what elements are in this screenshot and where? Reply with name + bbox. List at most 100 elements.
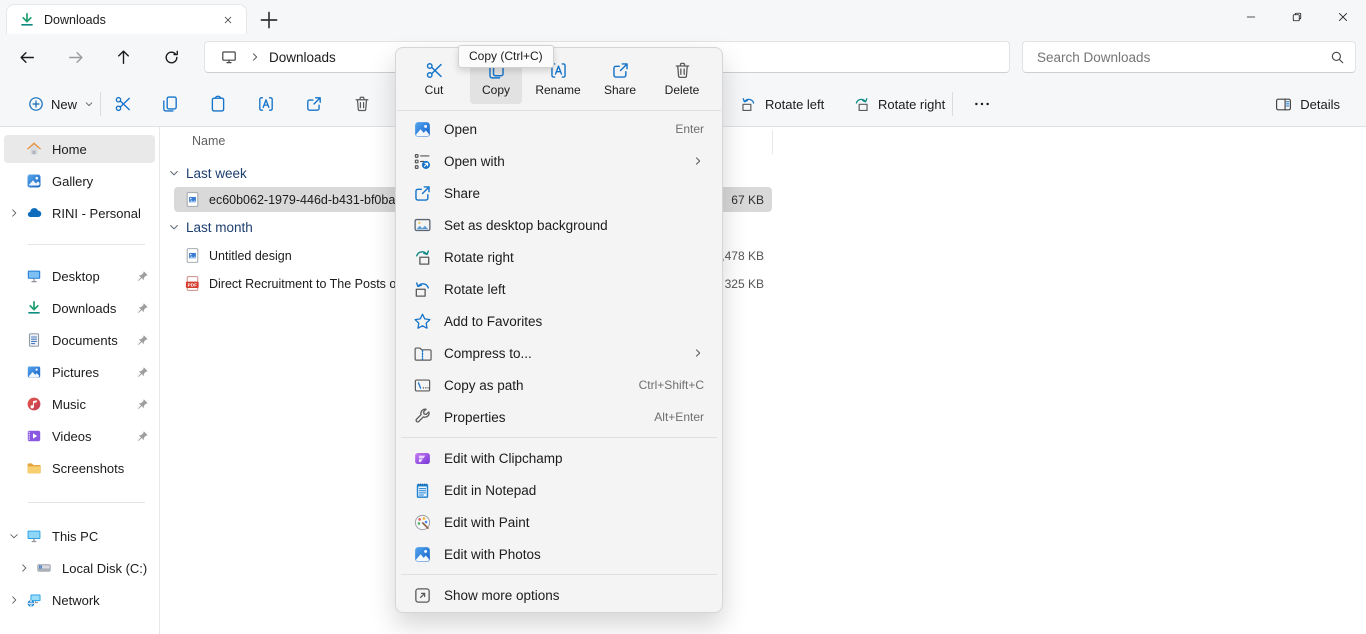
menu-item-edit-with-photos[interactable]: Edit with Photos	[400, 538, 718, 570]
sidebar-item-downloads[interactable]: Downloads	[4, 294, 155, 322]
desktop-icon	[26, 268, 42, 284]
minimize-button[interactable]	[1228, 0, 1274, 34]
svg-text:PDF: PDF	[188, 283, 197, 288]
close-button[interactable]	[1320, 0, 1366, 34]
up-button[interactable]	[107, 41, 139, 73]
new-tab-button[interactable]	[258, 9, 280, 31]
wrench-icon	[413, 408, 432, 427]
share-icon	[611, 61, 630, 80]
sidebar-item-screenshots[interactable]: Screenshots	[4, 454, 155, 482]
toolbar-divider	[952, 92, 953, 116]
explorer-tab[interactable]: Downloads	[6, 4, 247, 34]
sidebar-item-videos[interactable]: Videos	[4, 422, 155, 450]
delete-menu-button[interactable]: Delete	[656, 54, 708, 104]
search-box[interactable]	[1022, 41, 1356, 73]
pictures-icon	[26, 364, 42, 380]
context-menu-quick-actions: Cut Copy Rename Share Delete	[396, 48, 722, 110]
notepad-icon	[413, 481, 432, 500]
menu-item-open-with[interactable]: Open with	[400, 145, 718, 177]
photos-app-icon	[413, 545, 432, 564]
details-toggle-button[interactable]: Details	[1267, 88, 1348, 120]
this-pc-icon	[221, 49, 237, 65]
cut-button[interactable]	[107, 88, 139, 120]
menu-item-rotate-right[interactable]: Rotate right	[400, 241, 718, 273]
see-more-button[interactable]	[966, 88, 998, 120]
column-headers: Name	[160, 133, 1366, 149]
rotate-right-icon	[853, 96, 870, 113]
rotate-right-icon	[413, 248, 432, 267]
title-bar: Downloads	[0, 0, 1366, 34]
navigation-pane: Home Gallery RINI - Personal Desktop Dow…	[0, 127, 160, 634]
menu-item-properties[interactable]: Properties Alt+Enter	[400, 401, 718, 433]
sidebar-item-pictures[interactable]: Pictures	[4, 358, 155, 386]
sidebar-item-gallery[interactable]: Gallery	[4, 167, 155, 195]
sidebar-item-onedrive[interactable]: RINI - Personal	[4, 199, 155, 227]
toolbar-divider	[100, 92, 101, 116]
pin-icon	[136, 366, 149, 379]
menu-item-share[interactable]: Share	[400, 177, 718, 209]
copy-button[interactable]	[154, 88, 186, 120]
menu-item-rotate-left[interactable]: Rotate left	[400, 273, 718, 305]
cut-menu-button[interactable]: Cut	[408, 54, 460, 104]
chevron-right-icon	[249, 51, 261, 63]
sidebar-divider	[28, 244, 145, 245]
chevron-right-icon[interactable]	[18, 562, 30, 574]
videos-icon	[26, 428, 42, 444]
paste-button[interactable]	[202, 88, 234, 120]
restore-button[interactable]	[1274, 0, 1320, 34]
back-button[interactable]	[11, 41, 43, 73]
menu-item-add-to-favorites[interactable]: Add to Favorites	[400, 305, 718, 337]
search-input[interactable]	[1037, 50, 1330, 65]
menu-item-edit-with-clipchamp[interactable]: Edit with Clipchamp	[400, 442, 718, 474]
chevron-down-icon[interactable]	[8, 530, 20, 542]
circle-plus-icon	[28, 96, 44, 112]
menu-item-copy-as-path[interactable]: Copy as path Ctrl+Shift+C	[400, 369, 718, 401]
refresh-button[interactable]	[155, 41, 187, 73]
column-header-name[interactable]: Name	[192, 134, 225, 148]
show-more-icon	[413, 586, 432, 605]
menu-item-show-more-options[interactable]: Show more options	[400, 579, 718, 611]
chevron-down-icon	[168, 167, 180, 179]
menu-item-edit-with-paint[interactable]: Edit with Paint	[400, 506, 718, 538]
menu-item-compress-to[interactable]: Compress to...	[400, 337, 718, 369]
menu-item-set-as-desktop-background[interactable]: Set as desktop background	[400, 209, 718, 241]
delete-button[interactable]	[346, 88, 378, 120]
tab-close-icon[interactable]	[218, 10, 238, 30]
sidebar-item-music[interactable]: Music	[4, 390, 155, 418]
forward-button[interactable]	[59, 41, 91, 73]
pin-icon	[136, 334, 149, 347]
pin-icon	[136, 430, 149, 443]
local-disk-icon	[36, 560, 52, 576]
sidebar-item-network[interactable]: Network	[4, 586, 155, 614]
breadcrumb[interactable]: Downloads	[269, 50, 336, 65]
sidebar-item-documents[interactable]: Documents	[4, 326, 155, 354]
rename-button[interactable]	[250, 88, 282, 120]
details-pane-icon	[1275, 96, 1292, 113]
group-header-last-month[interactable]: Last month	[160, 217, 1366, 237]
sidebar-item-local-disk-c[interactable]: Local Disk (C:)	[4, 554, 155, 582]
share-button[interactable]	[298, 88, 330, 120]
tab-title: Downloads	[44, 13, 218, 27]
sidebar-item-home[interactable]: Home	[4, 135, 155, 163]
folder-icon	[26, 460, 42, 476]
new-button[interactable]: New	[20, 88, 102, 120]
group-header-last-week[interactable]: Last week	[160, 163, 1366, 183]
chevron-right-icon[interactable]	[8, 207, 20, 219]
chevron-down-icon	[84, 99, 94, 109]
scissors-icon	[425, 61, 444, 80]
menu-item-edit-in-notepad[interactable]: Edit in Notepad	[400, 474, 718, 506]
chevron-right-icon[interactable]	[8, 594, 20, 606]
share-menu-button[interactable]: Share	[594, 54, 646, 104]
rotate-left-button[interactable]: Rotate left	[732, 88, 832, 120]
search-icon[interactable]	[1330, 50, 1345, 65]
star-icon	[413, 312, 432, 331]
sidebar-item-desktop[interactable]: Desktop	[4, 262, 155, 290]
rotate-right-button[interactable]: Rotate right	[845, 88, 953, 120]
sidebar-item-this-pc[interactable]: This PC	[4, 522, 155, 550]
menu-divider	[401, 437, 717, 438]
home-icon	[26, 141, 42, 157]
column-divider[interactable]	[772, 130, 773, 154]
submenu-chevron-icon	[692, 347, 704, 359]
tooltip-text: Copy (Ctrl+C)	[469, 49, 543, 63]
menu-item-open[interactable]: Open Enter	[400, 113, 718, 145]
